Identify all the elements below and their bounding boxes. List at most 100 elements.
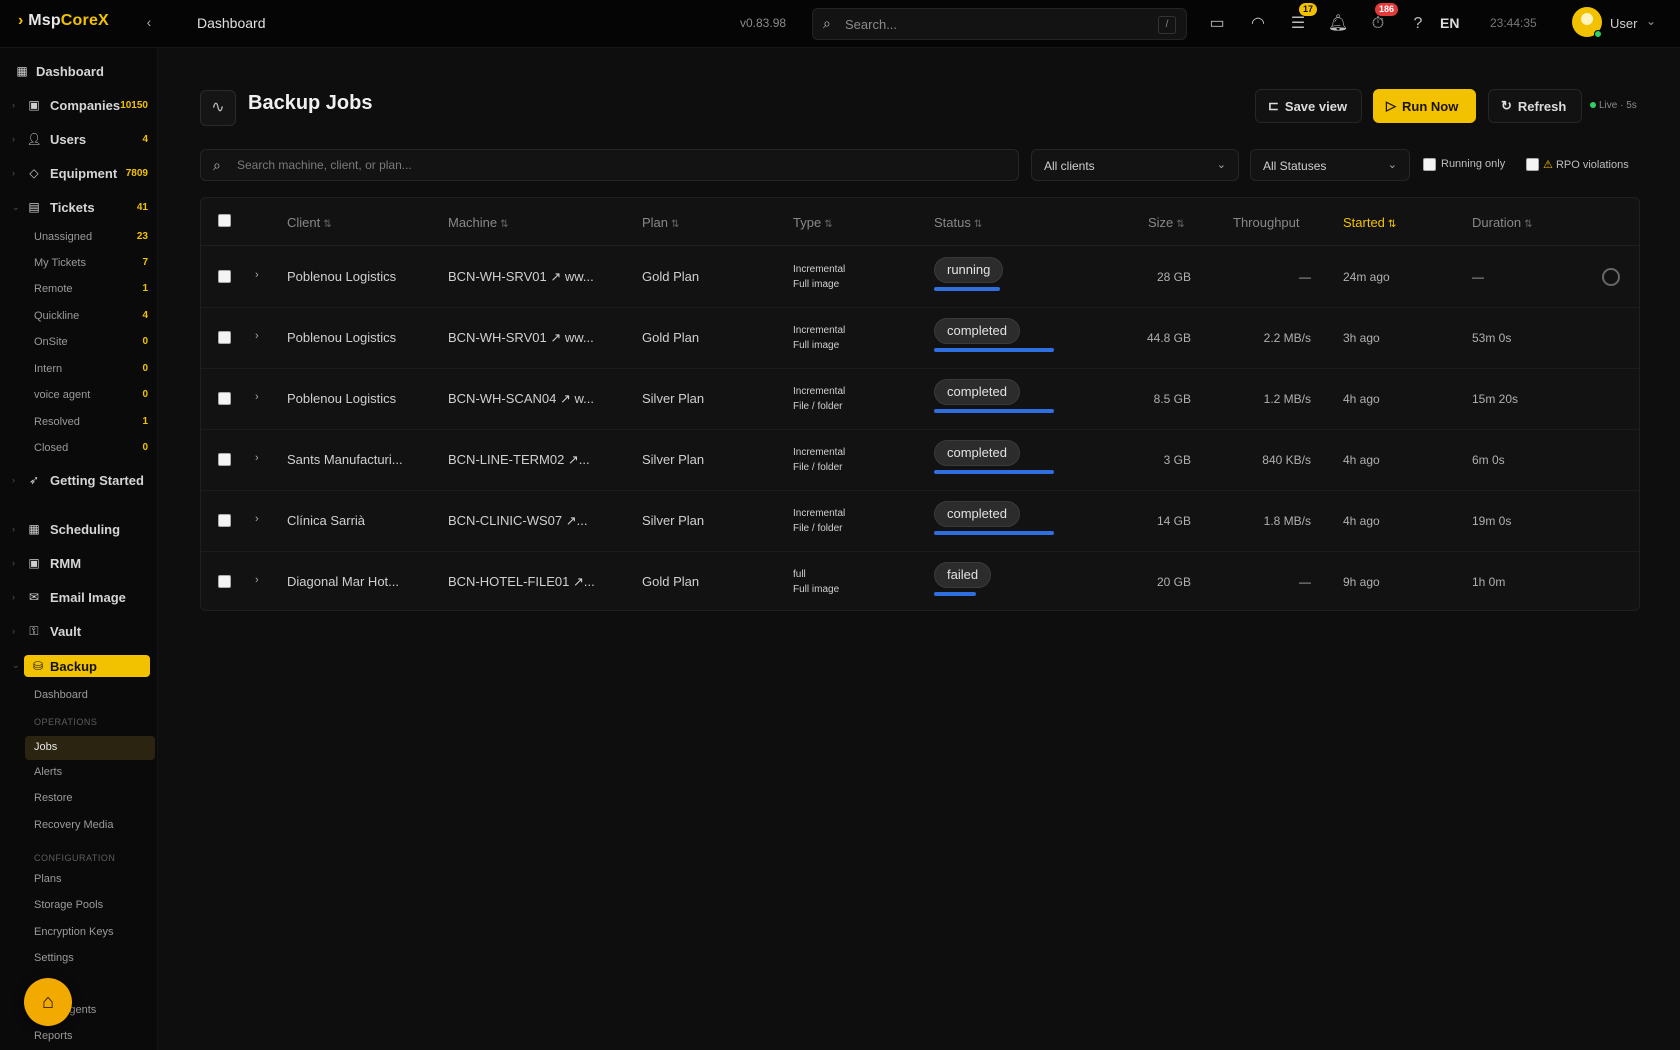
gear-icon[interactable] [1602, 268, 1620, 286]
client-cell[interactable]: Clínica Sarrià [287, 513, 365, 528]
sidebar-sub-my-tickets[interactable]: My Tickets 7 [0, 254, 158, 274]
row-checkbox[interactable] [218, 331, 231, 344]
timer-icon[interactable]: ⏱︎ [1367, 13, 1389, 35]
row-checkbox[interactable] [218, 453, 231, 466]
sidebar-sub-voice-agent[interactable]: voice agent 0 [0, 386, 158, 406]
table-row[interactable]: › Poblenou Logistics BCN-WH-SCAN04 ↗ w... S… [201, 369, 1639, 430]
chevron-right-icon[interactable]: › [255, 391, 259, 403]
sidebar-sub-intern[interactable]: Intern 0 [0, 360, 158, 380]
table-row[interactable]: › Clínica Sarrià BCN-CLINIC-WS07 ↗... Silve… [201, 491, 1639, 552]
live-indicator[interactable]: Live · 5s [1590, 100, 1637, 111]
sidebar-sub-reports[interactable]: Reports [0, 1027, 158, 1047]
sidebar-sub-closed[interactable]: Closed 0 [0, 439, 158, 459]
column-started[interactable]: Started ⇅ [1343, 215, 1396, 230]
client-cell[interactable]: Diagonal Mar Hot... [287, 574, 399, 589]
sidebar-sub-settings[interactable]: Settings [0, 949, 158, 969]
collapse-sidebar-icon[interactable]: ‹ [140, 14, 158, 32]
chat-assistant-button[interactable]: ⌂ [24, 978, 72, 1026]
chat-icon[interactable]: ☰ [1287, 13, 1309, 35]
global-search-input[interactable] [845, 15, 1135, 33]
sidebar-sub-remote[interactable]: Remote 1 [0, 280, 158, 300]
sidebar-item-tickets[interactable]: ⌄ ▤ Tickets 41 [0, 196, 158, 218]
row-checkbox[interactable] [218, 392, 231, 405]
status-select[interactable]: All Statuses ⌄ [1250, 149, 1410, 181]
client-cell[interactable]: Poblenou Logistics [287, 330, 396, 345]
chevron-right-icon[interactable]: › [255, 574, 259, 586]
job-search[interactable]: ⌕ [200, 149, 1019, 181]
run-now-button[interactable]: ▷ Run Now [1373, 89, 1476, 123]
chevron-right-icon[interactable]: › [255, 452, 259, 464]
sidebar-sub-jobs[interactable]: Jobs [25, 736, 155, 760]
chevron-right-icon[interactable]: › [255, 269, 259, 281]
building-icon: ▣ [28, 98, 40, 112]
sidebar-sub-onsite[interactable]: OnSite 0 [0, 333, 158, 353]
row-checkbox[interactable] [218, 575, 231, 588]
column-machine[interactable]: Machine ⇅ [448, 215, 509, 230]
client-select[interactable]: All clients ⌄ [1031, 149, 1239, 181]
table-row[interactable]: › Poblenou Logistics BCN-WH-SRV01 ↗ ww... G… [201, 308, 1639, 369]
sidebar-sub-encryption-keys[interactable]: Encryption Keys [0, 923, 158, 943]
machine-cell[interactable]: BCN-WH-SRV01 ↗ ww... [448, 269, 594, 285]
sidebar-item-vault[interactable]: › ⚿ Vault [0, 620, 158, 642]
sidebar-sub-resolved[interactable]: Resolved 1 [0, 413, 158, 433]
client-cell[interactable]: Poblenou Logistics [287, 391, 396, 406]
user-name[interactable]: User [1610, 16, 1637, 31]
sidebar-item-equipment[interactable]: › ◇ Equipment 7809 [0, 162, 158, 184]
running-only-checkbox[interactable] [1423, 158, 1436, 171]
column-label: Size [1148, 215, 1174, 230]
machine-cell[interactable]: BCN-LINE-TERM02 ↗... [448, 452, 590, 468]
sidebar-item-companies[interactable]: › ▣ Companies 10150 [0, 94, 158, 116]
headset-icon[interactable]: ◠ [1247, 13, 1269, 35]
global-search[interactable]: ⌕ / [812, 8, 1187, 40]
client-cell[interactable]: Sants Manufacturi... [287, 452, 403, 467]
app-logo[interactable]: › MspCoreX [18, 12, 109, 30]
chevron-down-icon[interactable]: ⌄ [1646, 14, 1656, 28]
rpo-violations-checkbox[interactable] [1526, 158, 1539, 171]
sidebar-sub-storage-pools[interactable]: Storage Pools [0, 896, 158, 916]
sidebar-item-email-image[interactable]: › ✉︎ Email Image [0, 586, 158, 608]
job-search-input[interactable] [237, 157, 937, 173]
machine-cell[interactable]: BCN-CLINIC-WS07 ↗... [448, 513, 587, 529]
column-status[interactable]: Status ⇅ [934, 215, 982, 230]
sidebar-sub-backup-dashboard[interactable]: Dashboard [0, 686, 158, 706]
sidebar-item-getting-started[interactable]: › ➶ Getting Started [0, 469, 158, 491]
chevron-right-icon[interactable]: › [255, 330, 259, 342]
sidebar-sub-alerts[interactable]: Alerts [0, 763, 158, 783]
sidebar-item-backup[interactable]: ⛁ Backup [24, 655, 150, 677]
column-throughput[interactable]: Throughput [1233, 215, 1300, 230]
bell-icon[interactable]: 🔔︎ [1327, 13, 1349, 35]
client-cell[interactable]: Poblenou Logistics [287, 269, 396, 284]
sidebar-item-rmm[interactable]: › ▣ RMM [0, 552, 158, 574]
save-view-button[interactable]: ⊏ Save view [1255, 89, 1362, 123]
help-icon[interactable]: ? [1407, 13, 1429, 35]
column-size[interactable]: Size ⇅ [1148, 215, 1185, 230]
table-row[interactable]: › Poblenou Logistics BCN-WH-SRV01 ↗ ww... G… [201, 247, 1639, 308]
machine-cell[interactable]: BCN-WH-SRV01 ↗ ww... [448, 330, 594, 346]
sidebar-item-dashboard[interactable]: ▦ Dashboard [0, 60, 158, 82]
column-client[interactable]: Client ⇅ [287, 215, 332, 230]
sidebar-item-users[interactable]: › 👤︎ Users 4 [0, 128, 158, 150]
sidebar-sub-restore[interactable]: Restore [0, 789, 158, 809]
sidebar-sub-recovery-media[interactable]: Recovery Media [0, 816, 158, 836]
sidebar-item-scheduling[interactable]: › ▦ Scheduling [0, 518, 158, 540]
language-switcher[interactable]: EN [1440, 15, 1459, 31]
started-cell: 3h ago [1343, 331, 1380, 345]
column-type[interactable]: Type ⇅ [793, 215, 833, 230]
calendar-icon: ▦ [28, 522, 40, 536]
sidebar-sub-plans[interactable]: Plans [0, 870, 158, 890]
refresh-button[interactable]: ↻ Refresh [1488, 89, 1582, 123]
table-row[interactable]: › Sants Manufacturi... BCN-LINE-TERM02 ↗..… [201, 430, 1639, 491]
row-checkbox[interactable] [218, 270, 231, 283]
chevron-right-icon[interactable]: › [255, 513, 259, 525]
column-duration[interactable]: Duration ⇅ [1472, 215, 1533, 230]
select-all-checkbox[interactable] [218, 214, 231, 227]
sidebar-sub-unassigned[interactable]: Unassigned 23 [0, 228, 158, 248]
row-checkbox[interactable] [218, 514, 231, 527]
column-plan[interactable]: Plan ⇅ [642, 215, 679, 230]
sub-label: Dashboard [34, 689, 88, 701]
machine-cell[interactable]: BCN-WH-SCAN04 ↗ w... [448, 391, 594, 407]
sidebar-sub-quickline[interactable]: Quickline 4 [0, 307, 158, 327]
table-row[interactable]: › Diagonal Mar Hot... BCN-HOTEL-FILE01 ↗..… [201, 552, 1639, 610]
machine-cell[interactable]: BCN-HOTEL-FILE01 ↗... [448, 574, 595, 590]
messages-icon[interactable]: ▭ [1206, 13, 1228, 35]
